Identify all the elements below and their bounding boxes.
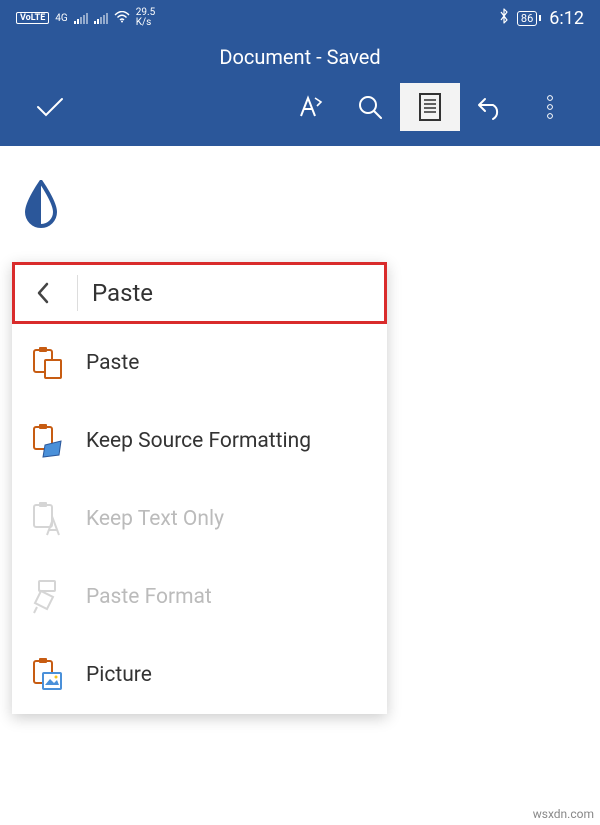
done-button[interactable] xyxy=(20,83,80,131)
signal-icon-2 xyxy=(94,12,108,24)
menu-label: Keep Text Only xyxy=(86,507,224,531)
search-button[interactable] xyxy=(340,83,400,131)
wifi-icon xyxy=(114,11,130,26)
reading-view-button[interactable] xyxy=(400,83,460,131)
divider xyxy=(77,275,78,311)
clock-label: 6:12 xyxy=(549,8,584,29)
paste-text-only-icon xyxy=(30,501,64,537)
menu-label: Picture xyxy=(86,663,152,687)
back-button[interactable] xyxy=(23,281,63,305)
signal-icon xyxy=(74,12,88,24)
format-painter-icon xyxy=(30,579,64,615)
watermark: wsxdn.com xyxy=(533,807,594,821)
more-button[interactable] xyxy=(520,83,580,131)
net-gen-label: 4G xyxy=(55,13,67,24)
menu-item-paste-format: Paste Format xyxy=(12,558,387,636)
status-bar: VoLTE 4G 29.5 K/s 86 6:12 xyxy=(0,0,600,36)
volte-badge: VoLTE xyxy=(16,12,49,24)
status-right: 86 6:12 xyxy=(499,8,584,29)
ink-drop-icon[interactable] xyxy=(22,180,600,232)
paste-keep-formatting-icon xyxy=(30,423,64,459)
document-title: Document - Saved xyxy=(219,45,380,69)
menu-item-keep-source-formatting[interactable]: Keep Source Formatting xyxy=(12,402,387,480)
document-title-bar: Document - Saved xyxy=(0,36,600,78)
undo-button[interactable] xyxy=(460,83,520,131)
bluetooth-icon xyxy=(499,8,509,28)
menu-item-paste[interactable]: Paste xyxy=(12,324,387,402)
panel-header: Paste xyxy=(12,262,387,324)
menu-item-picture[interactable]: Picture xyxy=(12,636,387,714)
paste-panel: Paste Paste Keep Source Fo xyxy=(12,262,387,714)
speed-label: 29.5 K/s xyxy=(136,8,156,28)
text-effects-button[interactable] xyxy=(280,83,340,131)
menu-label: Paste Format xyxy=(86,585,212,609)
status-left: VoLTE 4G 29.5 K/s xyxy=(16,8,155,28)
menu-item-keep-text-only: Keep Text Only xyxy=(12,480,387,558)
content-area: Paste Paste Keep Source Fo xyxy=(0,146,600,714)
menu-label: Keep Source Formatting xyxy=(86,429,311,453)
paste-picture-icon xyxy=(30,657,64,693)
menu-label: Paste xyxy=(86,351,139,375)
panel-title: Paste xyxy=(92,279,153,307)
battery-icon: 86 xyxy=(517,11,541,26)
toolbar xyxy=(0,78,600,146)
paste-icon xyxy=(30,346,64,380)
